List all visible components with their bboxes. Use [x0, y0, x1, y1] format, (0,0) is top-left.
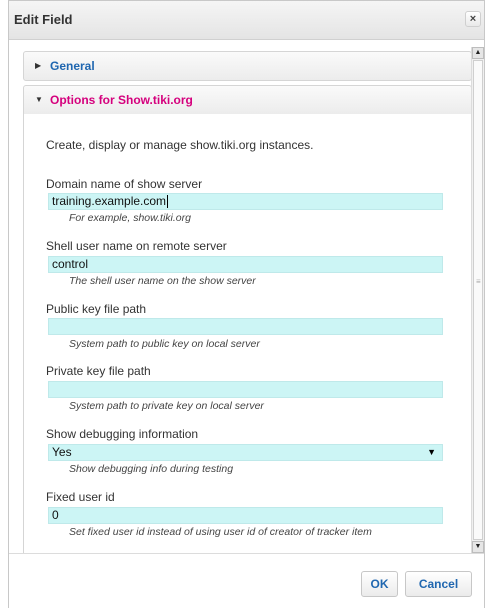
- cancel-button[interactable]: Cancel: [405, 571, 472, 597]
- private-key-input[interactable]: [48, 381, 443, 398]
- collapsed-arrow-icon: ▶: [35, 61, 42, 70]
- ok-button[interactable]: OK: [361, 571, 398, 597]
- debug-selected-value: Yes: [52, 445, 72, 459]
- scroll-down-icon[interactable]: ▼: [472, 541, 484, 553]
- scrollbar-thumb[interactable]: ≡: [473, 60, 483, 540]
- close-icon: ×: [469, 13, 477, 25]
- shell-user-input[interactable]: control: [48, 256, 443, 273]
- domain-value: training.example.com: [52, 194, 167, 208]
- public-key-label: Public key file path: [46, 302, 147, 316]
- section-options-label: Options for Show.tiki.org: [50, 93, 193, 107]
- private-key-hint: System path to private key on local serv…: [69, 400, 264, 412]
- grip-icon: ≡: [476, 277, 481, 286]
- shell-user-hint: The shell user name on the show server: [69, 275, 256, 287]
- fixed-user-hint: Set fixed user id instead of using user …: [69, 526, 372, 538]
- domain-input[interactable]: training.example.com: [48, 193, 443, 210]
- debug-hint: Show debugging info during testing: [69, 463, 234, 475]
- dialog-titlebar[interactable]: Edit Field ×: [9, 1, 484, 40]
- debug-label: Show debugging information: [46, 427, 199, 441]
- text-cursor: [167, 195, 169, 209]
- fixed-user-value: 0: [52, 508, 59, 522]
- expanded-arrow-icon: ▼: [35, 95, 43, 104]
- public-key-input[interactable]: [48, 318, 443, 335]
- public-key-hint: System path to public key on local serve…: [69, 338, 260, 350]
- scroll-up-icon[interactable]: ▲: [472, 47, 484, 59]
- fixed-user-label: Fixed user id: [46, 490, 115, 504]
- shell-user-label: Shell user name on remote server: [46, 239, 227, 253]
- dialog-content: ▶ General ▼ Options for Show.tiki.org Cr…: [9, 40, 472, 553]
- edit-field-dialog: Edit Field × ▶ General ▼ Options for Sho…: [8, 0, 485, 610]
- dialog-title: Edit Field: [14, 12, 73, 27]
- shell-user-value: control: [52, 257, 89, 271]
- domain-hint: For example, show.tiki.org: [69, 212, 191, 224]
- dropdown-arrow-icon: ▼: [427, 447, 436, 457]
- section-general-header[interactable]: ▶ General: [23, 51, 472, 81]
- fixed-user-input[interactable]: 0: [48, 507, 443, 524]
- section-general-label: General: [50, 59, 95, 73]
- domain-label: Domain name of show server: [46, 177, 203, 191]
- content-scrollbar[interactable]: ▲ ≡ ▼: [471, 47, 484, 553]
- close-button[interactable]: ×: [465, 11, 481, 27]
- debug-select[interactable]: Yes ▼: [48, 444, 443, 461]
- section-options-header[interactable]: ▼ Options for Show.tiki.org: [23, 85, 472, 115]
- private-key-label: Private key file path: [46, 364, 151, 378]
- dialog-footer: OK Cancel: [9, 553, 484, 610]
- section-description: Create, display or manage show.tiki.org …: [46, 138, 314, 152]
